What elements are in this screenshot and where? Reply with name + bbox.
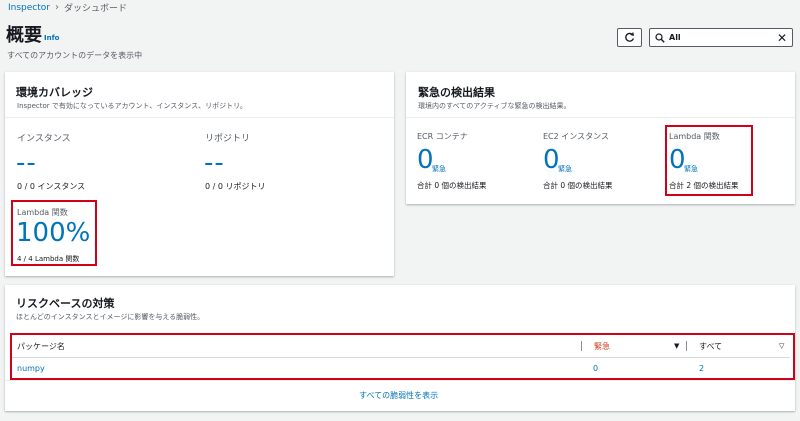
close-icon[interactable]: ✕ [777, 32, 787, 44]
breadcrumb-current: ダッシュボード [63, 4, 127, 14]
instances-value: -- [16, 148, 37, 178]
repositories-value: -- [204, 148, 225, 178]
lambda-critical-highlight [665, 125, 753, 196]
breadcrumb-inspector-link[interactable]: Inspector [8, 3, 50, 13]
refresh-icon [625, 32, 634, 42]
chevron-right-icon: › [54, 2, 59, 13]
coverage-title: 環境カバレッジ [16, 86, 93, 99]
page-description: すべてのアカウントのデータを表示中 [7, 51, 143, 60]
search-field[interactable]: ✕ [649, 28, 793, 47]
refresh-button[interactable] [617, 28, 642, 47]
ec2-total: 合計 0 個の検出結果 [543, 181, 613, 190]
ec2-label: EC2 インスタンス [543, 132, 609, 141]
table-highlight [10, 333, 795, 380]
lambda-coverage-highlight [11, 200, 97, 266]
instances-label: インスタンス [17, 134, 71, 144]
search-input[interactable] [669, 33, 765, 42]
risk-title: リスクベースの対策 [16, 297, 115, 310]
coverage-subtitle: Inspector で有効になっているアカウント、インスタンス、リポジトリ。 [17, 102, 247, 110]
risk-subtitle: ほとんどのインスタンスとイメージに影響を与える脆弱性。 [16, 313, 205, 321]
divider [5, 380, 795, 381]
ecr-label: ECR コンテナ [417, 132, 468, 141]
critical-subtitle: 環境内のすべてのアクティブな緊急の検出結果。 [418, 102, 571, 110]
ecr-total: 合計 0 個の検出結果 [417, 181, 487, 190]
ec2-critical-link[interactable]: 緊急 [558, 164, 572, 174]
info-link[interactable]: Info [44, 34, 59, 42]
view-all-vulnerabilities-link[interactable]: すべての脆弱性を表示 [359, 390, 438, 401]
search-icon [655, 32, 665, 43]
repositories-label: リポジトリ [205, 134, 251, 144]
breadcrumb: Inspector › ダッシュボード [8, 1, 127, 14]
page-title: 概要 [6, 25, 42, 46]
ecr-critical-link[interactable]: 緊急 [432, 164, 446, 174]
repositories-count: 0 / 0 リポジトリ [205, 182, 266, 191]
critical-title: 緊急の検出結果 [418, 86, 495, 99]
instances-count: 0 / 0 インスタンス [17, 182, 86, 191]
